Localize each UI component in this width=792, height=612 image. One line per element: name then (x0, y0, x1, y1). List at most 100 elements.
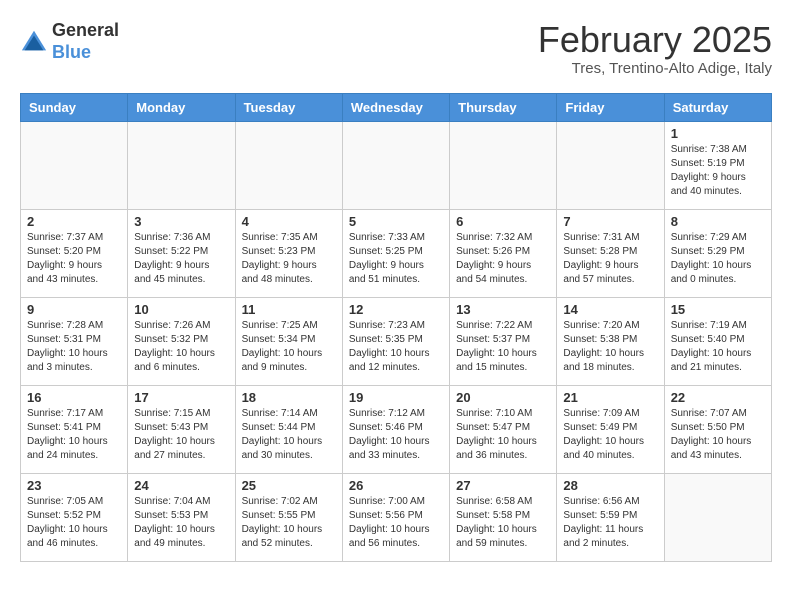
calendar-cell: 10 Sunrise: 7:26 AM Sunset: 5:32 PM Dayli… (128, 297, 235, 385)
page-header: General Blue February 2025 Tres, Trentin… (20, 20, 772, 77)
day-info: Sunrise: 7:20 AM Sunset: 5:38 PM Dayligh… (563, 319, 657, 375)
calendar-cell: 2 Sunrise: 7:37 AM Sunset: 5:20 PM Daylig… (21, 209, 128, 297)
calendar-cell: 7 Sunrise: 7:31 AM Sunset: 5:28 PM Daylig… (557, 209, 664, 297)
calendar-cell: 17Sunrise: 7:15 AM Sunset: 5:43 PM Dayli… (128, 385, 235, 473)
day-number: 7 (563, 214, 657, 229)
calendar-cell: 25Sunrise: 7:02 AM Sunset: 5:55 PM Dayli… (235, 473, 342, 561)
day-info: Sunrise: 7:22 AM Sunset: 5:37 PM Dayligh… (456, 319, 550, 375)
day-info: Sunrise: 7:35 AM Sunset: 5:23 PM Dayligh… (242, 231, 336, 287)
day-number: 13 (456, 302, 550, 317)
calendar-cell: 1 Sunrise: 7:38 AM Sunset: 5:19 PM Daylig… (664, 121, 771, 209)
calendar-cell: 4 Sunrise: 7:35 AM Sunset: 5:23 PM Daylig… (235, 209, 342, 297)
location-title: Tres, Trentino-Alto Adige, Italy (538, 60, 772, 77)
calendar-cell (557, 121, 664, 209)
day-info: Sunrise: 7:23 AM Sunset: 5:35 PM Dayligh… (349, 319, 443, 375)
calendar-body: 1 Sunrise: 7:38 AM Sunset: 5:19 PM Daylig… (21, 121, 772, 561)
day-info: Sunrise: 7:33 AM Sunset: 5:25 PM Dayligh… (349, 231, 443, 287)
calendar-cell: 11 Sunrise: 7:25 AM Sunset: 5:34 PM Dayli… (235, 297, 342, 385)
day-number: 23 (27, 478, 121, 493)
day-info: Sunrise: 7:32 AM Sunset: 5:26 PM Dayligh… (456, 231, 550, 287)
day-number: 3 (134, 214, 228, 229)
day-info: Sunrise: 7:31 AM Sunset: 5:28 PM Dayligh… (563, 231, 657, 287)
logo-blue: Blue (52, 42, 91, 62)
day-info: Sunrise: 7:36 AM Sunset: 5:22 PM Dayligh… (134, 231, 228, 287)
day-info: Sunrise: 7:12 AM Sunset: 5:46 PM Dayligh… (349, 407, 443, 463)
day-number: 8 (671, 214, 765, 229)
day-info: Sunrise: 7:00 AM Sunset: 5:56 PM Dayligh… (349, 495, 443, 551)
day-number: 28 (563, 478, 657, 493)
weekday-header-thursday: Thursday (450, 93, 557, 121)
day-info: Sunrise: 7:17 AM Sunset: 5:41 PM Dayligh… (27, 407, 121, 463)
calendar-cell: 24Sunrise: 7:04 AM Sunset: 5:53 PM Dayli… (128, 473, 235, 561)
day-info: Sunrise: 7:37 AM Sunset: 5:20 PM Dayligh… (27, 231, 121, 287)
day-info: Sunrise: 6:56 AM Sunset: 5:59 PM Dayligh… (563, 495, 657, 551)
calendar-cell (450, 121, 557, 209)
calendar-cell: 26 Sunrise: 7:00 AM Sunset: 5:56 PM Dayli… (342, 473, 449, 561)
calendar-cell: 6 Sunrise: 7:32 AM Sunset: 5:26 PM Daylig… (450, 209, 557, 297)
weekday-header-sunday: Sunday (21, 93, 128, 121)
calendar-cell: 5 Sunrise: 7:33 AM Sunset: 5:25 PM Daylig… (342, 209, 449, 297)
calendar-week-row: 16 Sunrise: 7:17 AM Sunset: 5:41 PM Dayli… (21, 385, 772, 473)
calendar-week-row: 2 Sunrise: 7:37 AM Sunset: 5:20 PM Daylig… (21, 209, 772, 297)
calendar-cell (128, 121, 235, 209)
weekday-header-friday: Friday (557, 93, 664, 121)
calendar-cell (235, 121, 342, 209)
calendar-cell: 27 Sunrise: 6:58 AM Sunset: 5:58 PM Dayli… (450, 473, 557, 561)
calendar-cell: 13 Sunrise: 7:22 AM Sunset: 5:37 PM Dayli… (450, 297, 557, 385)
day-number: 15 (671, 302, 765, 317)
calendar-week-row: 23Sunrise: 7:05 AM Sunset: 5:52 PM Dayli… (21, 473, 772, 561)
weekday-header-row: SundayMondayTuesdayWednesdayThursdayFrid… (21, 93, 772, 121)
day-number: 24 (134, 478, 228, 493)
day-info: Sunrise: 7:26 AM Sunset: 5:32 PM Dayligh… (134, 319, 228, 375)
day-number: 6 (456, 214, 550, 229)
calendar-cell: 15 Sunrise: 7:19 AM Sunset: 5:40 PM Dayli… (664, 297, 771, 385)
day-info: Sunrise: 7:07 AM Sunset: 5:50 PM Dayligh… (671, 407, 765, 463)
calendar-week-row: 9Sunrise: 7:28 AM Sunset: 5:31 PM Daylig… (21, 297, 772, 385)
day-number: 4 (242, 214, 336, 229)
title-block: February 2025 Tres, Trentino-Alto Adige,… (538, 20, 772, 77)
calendar-cell: 19 Sunrise: 7:12 AM Sunset: 5:46 PM Dayli… (342, 385, 449, 473)
day-number: 5 (349, 214, 443, 229)
day-number: 19 (349, 390, 443, 405)
day-number: 20 (456, 390, 550, 405)
day-number: 22 (671, 390, 765, 405)
day-number: 1 (671, 126, 765, 141)
calendar-cell: 21Sunrise: 7:09 AM Sunset: 5:49 PM Dayli… (557, 385, 664, 473)
calendar-cell: 22 Sunrise: 7:07 AM Sunset: 5:50 PM Dayli… (664, 385, 771, 473)
calendar-cell: 14Sunrise: 7:20 AM Sunset: 5:38 PM Dayli… (557, 297, 664, 385)
calendar-cell: 28 Sunrise: 6:56 AM Sunset: 5:59 PM Dayli… (557, 473, 664, 561)
day-number: 25 (242, 478, 336, 493)
calendar-cell: 9Sunrise: 7:28 AM Sunset: 5:31 PM Daylig… (21, 297, 128, 385)
day-number: 26 (349, 478, 443, 493)
day-number: 16 (27, 390, 121, 405)
calendar-table: SundayMondayTuesdayWednesdayThursdayFrid… (20, 93, 772, 562)
calendar-cell: 20Sunrise: 7:10 AM Sunset: 5:47 PM Dayli… (450, 385, 557, 473)
calendar-cell (664, 473, 771, 561)
day-info: Sunrise: 7:25 AM Sunset: 5:34 PM Dayligh… (242, 319, 336, 375)
weekday-header-wednesday: Wednesday (342, 93, 449, 121)
day-number: 27 (456, 478, 550, 493)
month-title: February 2025 (538, 20, 772, 60)
weekday-header-monday: Monday (128, 93, 235, 121)
logo-icon (20, 28, 48, 56)
day-info: Sunrise: 7:14 AM Sunset: 5:44 PM Dayligh… (242, 407, 336, 463)
logo: General Blue (20, 20, 119, 63)
logo-text: General Blue (52, 20, 119, 63)
weekday-header-tuesday: Tuesday (235, 93, 342, 121)
calendar-cell: 16 Sunrise: 7:17 AM Sunset: 5:41 PM Dayli… (21, 385, 128, 473)
day-info: Sunrise: 6:58 AM Sunset: 5:58 PM Dayligh… (456, 495, 550, 551)
calendar-week-row: 1 Sunrise: 7:38 AM Sunset: 5:19 PM Daylig… (21, 121, 772, 209)
day-info: Sunrise: 7:28 AM Sunset: 5:31 PM Dayligh… (27, 319, 121, 375)
day-info: Sunrise: 7:38 AM Sunset: 5:19 PM Dayligh… (671, 143, 765, 199)
calendar-cell: 12Sunrise: 7:23 AM Sunset: 5:35 PM Dayli… (342, 297, 449, 385)
day-info: Sunrise: 7:19 AM Sunset: 5:40 PM Dayligh… (671, 319, 765, 375)
day-number: 18 (242, 390, 336, 405)
calendar-cell: 23Sunrise: 7:05 AM Sunset: 5:52 PM Dayli… (21, 473, 128, 561)
day-number: 2 (27, 214, 121, 229)
day-number: 10 (134, 302, 228, 317)
day-number: 11 (242, 302, 336, 317)
calendar-cell (342, 121, 449, 209)
logo-general: General (52, 20, 119, 40)
day-info: Sunrise: 7:15 AM Sunset: 5:43 PM Dayligh… (134, 407, 228, 463)
calendar-header: SundayMondayTuesdayWednesdayThursdayFrid… (21, 93, 772, 121)
